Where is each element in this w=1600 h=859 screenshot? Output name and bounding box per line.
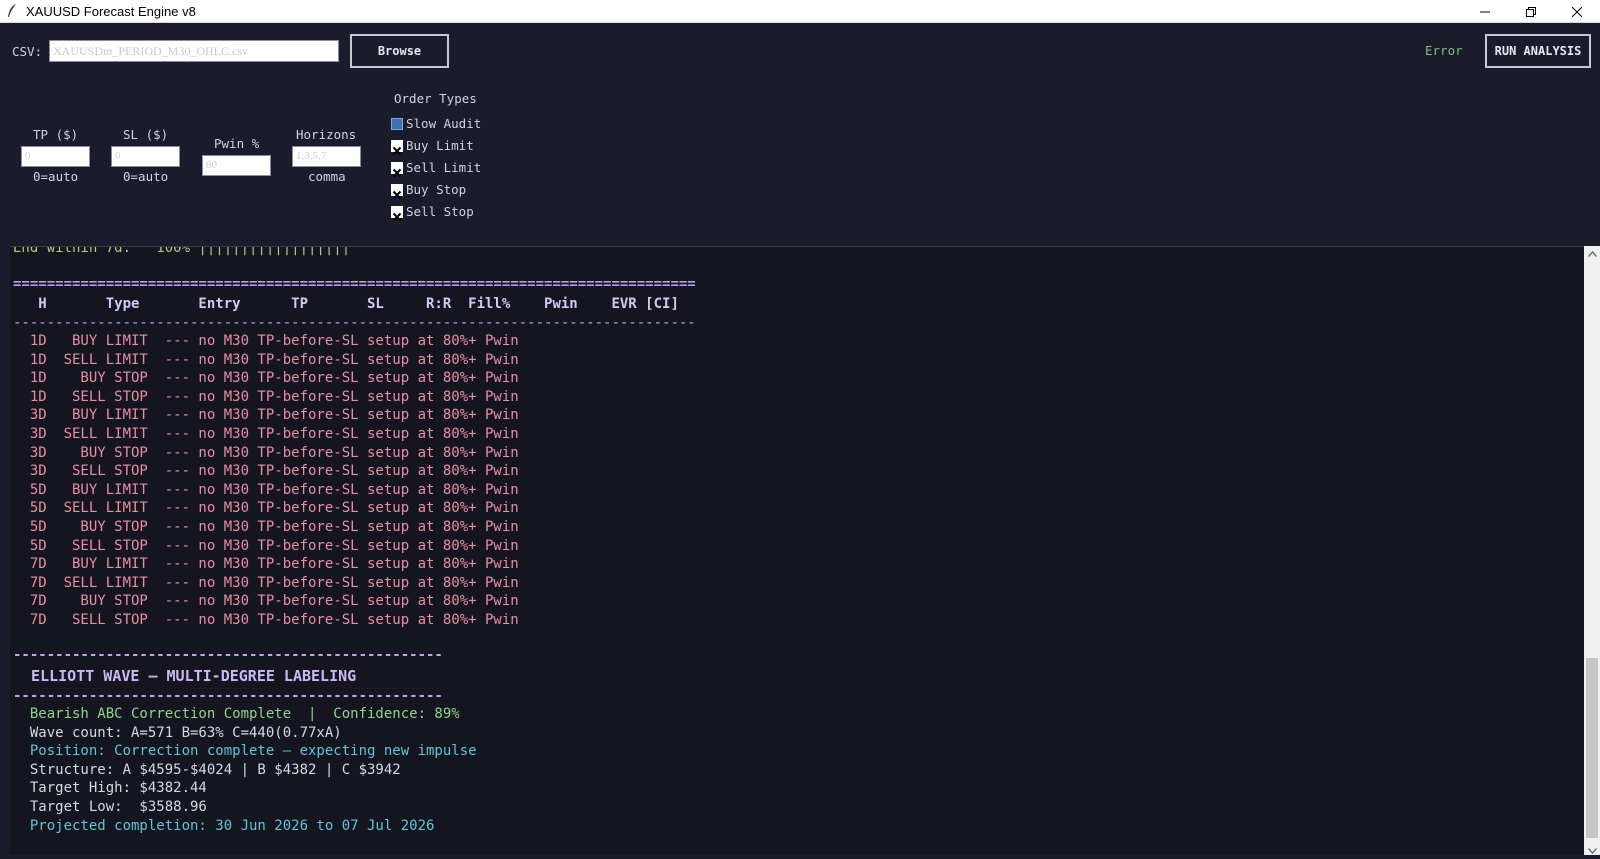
- close-icon: [1572, 6, 1582, 17]
- check-x-icon: [392, 168, 402, 178]
- table-row: 7D SELL STOP --- no M30 TP-before-SL set…: [13, 612, 519, 628]
- chevron-down-icon: [1587, 848, 1597, 854]
- browse-button[interactable]: Browse: [350, 34, 449, 68]
- table-row: 7D BUY STOP --- no M30 TP-before-SL setu…: [13, 593, 519, 610]
- horizons-input[interactable]: 1,3,5,7: [292, 146, 361, 167]
- table-row: 5D SELL STOP --- no M30 TP-before-SL set…: [13, 537, 519, 554]
- scroll-up-button[interactable]: [1584, 246, 1600, 262]
- restore-icon: [1526, 6, 1536, 17]
- table-row: 3D BUY STOP --- no M30 TP-before-SL setu…: [13, 444, 519, 461]
- tp-input[interactable]: 0: [21, 146, 90, 167]
- output-scrollbar[interactable]: [1584, 246, 1600, 859]
- scroll-thumb[interactable]: [1586, 658, 1598, 838]
- ew-separator-bottom: ----------------------------------------…: [13, 688, 443, 704]
- run-analysis-button[interactable]: RUN ANALYSIS: [1485, 34, 1591, 68]
- checkbox-label: Sell Stop: [406, 204, 474, 219]
- csv-path-input[interactable]: XAUUSDm_PERIOD_M30_OHLC.csv: [49, 40, 339, 62]
- ew-title: ELLIOTT WAVE — MULTI-DEGREE LABELING: [13, 667, 357, 685]
- table-row: 3D SELL STOP --- no M30 TP-before-SL set…: [13, 463, 519, 480]
- checkbox-box[interactable]: [391, 162, 403, 178]
- ew-separator-top: ----------------------------------------…: [13, 647, 443, 663]
- table-row: 5D SELL LIMIT --- no M30 TP-before-SL se…: [13, 500, 519, 517]
- elliott-wave-line: Projected completion: 30 Jun 2026 to 07 …: [13, 817, 435, 834]
- chevron-up-icon: [1587, 251, 1597, 257]
- horizons-label: Horizons: [296, 127, 357, 142]
- bottom-border: [0, 855, 1600, 859]
- check-x-icon: [392, 146, 402, 156]
- checkbox-box[interactable]: [391, 140, 403, 156]
- pwin-input[interactable]: 80: [202, 155, 271, 176]
- checkbox-box[interactable]: [391, 184, 403, 200]
- checkbox-label: Sell Limit: [406, 160, 482, 175]
- checkbox-label: Buy Limit: [406, 138, 474, 153]
- table-row: 1D SELL STOP --- no M30 TP-before-SL set…: [13, 388, 519, 405]
- table-header: H Type Entry TP SL R:R Fill% Pwin EVR [C…: [13, 296, 679, 312]
- separator-eq: ========================================…: [13, 276, 696, 292]
- check-x-icon: [392, 212, 402, 222]
- window-controls: [1462, 0, 1600, 23]
- elliott-wave-line: Wave count: A=571 B=63% C=440(0.77xA): [13, 724, 342, 741]
- check-x-icon: [392, 190, 402, 200]
- elliott-wave-line: Target Low: $3588.96: [13, 799, 207, 815]
- sl-label: SL ($): [123, 127, 169, 142]
- minimize-button[interactable]: [1462, 0, 1508, 23]
- table-row: 5D BUY STOP --- no M30 TP-before-SL setu…: [13, 519, 519, 535]
- table-row: 5D BUY LIMIT --- no M30 TP-before-SL set…: [13, 481, 519, 498]
- sl-hint: 0=auto: [123, 169, 169, 184]
- output-text-area[interactable]: End within 7d: 100% |||||||||||||||||| =…: [10, 246, 1584, 855]
- table-row: 3D SELL LIMIT --- no M30 TP-before-SL se…: [13, 426, 519, 442]
- table-row: 3D BUY LIMIT --- no M30 TP-before-SL set…: [13, 407, 519, 424]
- horizons-hint: comma: [308, 169, 346, 184]
- csv-label: CSV:: [12, 44, 43, 59]
- minimize-icon: [1480, 11, 1490, 12]
- sl-input[interactable]: 0: [111, 146, 180, 167]
- checkbox-label: Slow Audit: [406, 116, 482, 131]
- close-button[interactable]: [1554, 0, 1600, 23]
- title-bar: XAUUSD Forecast Engine v8: [0, 0, 1600, 23]
- order-types-title: Order Types: [394, 91, 477, 106]
- checkbox-label: Buy Stop: [406, 182, 467, 197]
- tp-hint: 0=auto: [33, 169, 79, 184]
- elliott-wave-line: Bearish ABC Correction Complete | Confid…: [13, 706, 460, 722]
- checkbox-box[interactable]: [391, 206, 403, 222]
- elliott-wave-line: Target High: $4382.44: [13, 780, 207, 797]
- tp-label: TP ($): [33, 127, 79, 142]
- table-row: 1D BUY STOP --- no M30 TP-before-SL setu…: [13, 370, 519, 387]
- elliott-wave-line: Structure: A $4595-$4024 | B $4382 | C $…: [13, 761, 401, 778]
- checkbox-box[interactable]: [391, 118, 403, 130]
- controls-panel: CSV: XAUUSDm_PERIOD_M30_OHLC.csv Browse …: [0, 23, 1600, 246]
- table-row: 1D SELL LIMIT --- no M30 TP-before-SL se…: [13, 351, 519, 368]
- restore-button[interactable]: [1508, 0, 1554, 23]
- elliott-wave-line: Position: Correction complete — expectin…: [13, 743, 477, 760]
- table-row: 7D BUY LIMIT --- no M30 TP-before-SL set…: [13, 556, 519, 573]
- table-row: 1D BUY LIMIT --- no M30 TP-before-SL set…: [13, 333, 519, 349]
- window-title: XAUUSD Forecast Engine v8: [26, 3, 196, 19]
- separator-dash: ----------------------------------------…: [13, 315, 696, 331]
- output-partial-line: End within 7d: 100% ||||||||||||||||||: [13, 246, 351, 256]
- pwin-label: Pwin %: [214, 136, 260, 151]
- table-row: 7D SELL LIMIT --- no M30 TP-before-SL se…: [13, 574, 519, 591]
- status-label: Error: [1425, 43, 1463, 58]
- feather-icon: [4, 3, 20, 19]
